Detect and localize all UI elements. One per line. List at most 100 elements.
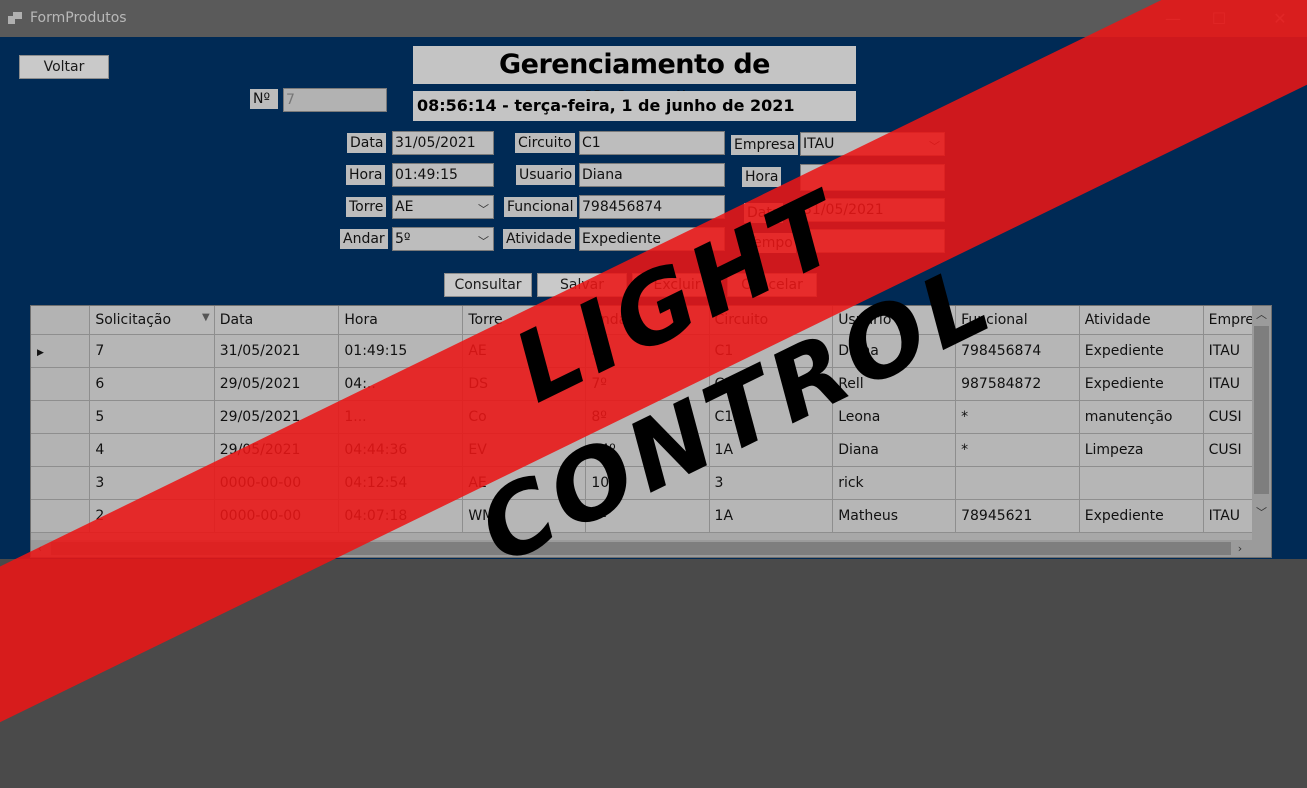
column-header[interactable]: Torre [462, 306, 587, 335]
table-cell[interactable]: Expediente [1079, 499, 1204, 533]
table-cell[interactable]: C1 [709, 400, 834, 434]
table-row[interactable]: 4 29/05/2021 04:44:36 EV 14º 1A Diana * Limpeza C… [31, 433, 1271, 467]
table-row[interactable]: 2 0000-00-00 04:07:18 WMS 9º 1A Matheus 7894562… [31, 499, 1271, 533]
table-cell[interactable]: 29/05/2021 [214, 400, 340, 434]
atividade-field[interactable]: Expediente [579, 227, 725, 251]
table-cell[interactable]: DS [462, 367, 587, 401]
table-cell[interactable]: 8º [585, 400, 710, 434]
hora2-field[interactable] [800, 164, 945, 191]
table-cell[interactable]: 78945621 [955, 499, 1080, 533]
table-cell[interactable]: 987584872 [955, 367, 1080, 401]
table-cell[interactable] [1079, 466, 1204, 500]
usuario-field[interactable]: Diana [579, 163, 725, 187]
table-cell[interactable]: 04:07:18 [338, 499, 464, 533]
horizontal-scrollbar[interactable]: ‹ › [31, 540, 1271, 557]
column-header[interactable]: Hora [338, 306, 464, 335]
scroll-up-icon[interactable]: ︿ [1252, 306, 1271, 324]
table-cell[interactable]: Limpeza [1079, 433, 1204, 467]
consultar-button[interactable]: Consultar [444, 273, 532, 297]
table-cell[interactable]: WMS [462, 499, 587, 533]
table-cell[interactable]: 5 [89, 400, 215, 434]
maximize-button[interactable]: ☐ [1196, 0, 1242, 37]
table-cell[interactable]: 1A [709, 433, 834, 467]
table-cell[interactable]: Expediente [1079, 367, 1204, 401]
column-header[interactable]: Andar [585, 306, 710, 335]
column-header[interactable]: Circuito [709, 306, 834, 335]
circuito-field[interactable]: C1 [579, 131, 725, 155]
table-cell[interactable]: 0000-00-00 [214, 499, 340, 533]
table-cell[interactable]: Co [462, 400, 587, 434]
column-header[interactable]: Solicitação ▼ [89, 306, 215, 335]
table-cell[interactable]: 1... [338, 400, 464, 434]
table-cell[interactable]: 6 [89, 367, 215, 401]
table-cell[interactable]: 04:44:36 [338, 433, 464, 467]
column-header[interactable]: Atividade [1079, 306, 1204, 335]
table-row[interactable]: ▶ 7 31/05/2021 01:49:15 AE 5º C1 Diana 798456874… [31, 334, 1271, 368]
table-cell[interactable]: 04:.. [338, 367, 464, 401]
table-cell[interactable]: EV [462, 433, 587, 467]
row-header[interactable]: ▶ [31, 334, 91, 368]
table-cell[interactable]: 01:49:15 [338, 334, 464, 368]
table-cell[interactable]: 14º [585, 433, 710, 467]
data-field[interactable]: 31/05/2021 [392, 131, 494, 155]
table-cell[interactable]: manutenção [1079, 400, 1204, 434]
table-cell[interactable] [955, 466, 1080, 500]
numero-field[interactable]: 7 [283, 88, 387, 112]
table-cell[interactable]: Leona [832, 400, 957, 434]
funcional-field[interactable]: 798456874 [579, 195, 725, 219]
cancelar-button[interactable]: Cancelar [727, 273, 817, 297]
scroll-down-icon[interactable]: ﹀ [1252, 504, 1271, 522]
voltar-button[interactable]: Voltar [19, 55, 109, 79]
table-cell[interactable]: rick [832, 466, 957, 500]
table-cell[interactable]: 29/05/2021 [214, 367, 340, 401]
salvar-button[interactable]: Salvar [537, 273, 627, 297]
table-cell[interactable]: AE [462, 334, 587, 368]
solicitacoes-grid[interactable]: Solicitação ▼ Data Hora Torre Andar Circu… [30, 305, 1272, 558]
row-header[interactable] [31, 433, 91, 467]
table-cell[interactable]: 7 [89, 334, 215, 368]
table-cell[interactable]: C2 [709, 367, 834, 401]
scroll-right-icon[interactable]: › [1231, 540, 1249, 557]
table-cell[interactable]: 7º [585, 367, 710, 401]
vertical-scrollbar[interactable]: ︿ ﹀ [1252, 306, 1271, 540]
scroll-thumb[interactable] [51, 542, 1231, 555]
row-header[interactable] [31, 400, 91, 434]
table-row[interactable]: 5 29/05/2021 1... Co 8º C1 Leona * manutenção CUS… [31, 400, 1271, 434]
table-cell[interactable]: 31/05/2021 [214, 334, 340, 368]
table-cell[interactable]: 2 [89, 499, 215, 533]
table-row[interactable]: 6 29/05/2021 04:.. DS 7º C2 Rell 987584872 Exped… [31, 367, 1271, 401]
table-cell[interactable]: Matheus [832, 499, 957, 533]
table-cell[interactable]: Diana [832, 433, 957, 467]
table-cell[interactable]: Rell [832, 367, 957, 401]
table-cell[interactable]: Diana [832, 334, 957, 368]
table-cell[interactable]: 29/05/2021 [214, 433, 340, 467]
excluir-button[interactable]: Excluir [632, 273, 722, 297]
row-header[interactable] [31, 499, 91, 533]
table-cell[interactable]: * [955, 400, 1080, 434]
table-cell[interactable]: 798456874 [955, 334, 1080, 368]
hora-field[interactable]: 01:49:15 [392, 163, 494, 187]
table-cell[interactable]: Expediente [1079, 334, 1204, 368]
table-cell[interactable]: * [955, 433, 1080, 467]
table-cell[interactable]: 3 [89, 466, 215, 500]
empresa-select[interactable]: ITAU ﹀ [800, 132, 945, 156]
table-row[interactable]: 3 0000-00-00 04:12:54 AE 10º 3 rick [31, 466, 1271, 500]
scroll-thumb[interactable] [1254, 326, 1269, 494]
table-cell[interactable]: AE [462, 466, 587, 500]
table-cell[interactable]: 04:12:54 [338, 466, 464, 500]
scroll-left-icon[interactable]: ‹ [31, 540, 49, 557]
column-header[interactable]: Funcional [955, 306, 1080, 335]
row-header[interactable] [31, 367, 91, 401]
table-cell[interactable]: 5º [585, 334, 710, 368]
torre-select[interactable]: AE ﹀ [392, 195, 494, 219]
table-cell[interactable]: 1A [709, 499, 834, 533]
column-header[interactable]: Data [214, 306, 340, 335]
close-button[interactable]: ✕ [1257, 0, 1303, 37]
row-header[interactable] [31, 466, 91, 500]
tempo-field[interactable] [800, 229, 945, 253]
table-cell[interactable]: 4 [89, 433, 215, 467]
table-cell[interactable]: 0000-00-00 [214, 466, 340, 500]
table-cell[interactable]: 9º [585, 499, 710, 533]
table-cell[interactable]: 3 [709, 466, 834, 500]
data2-field[interactable]: 31/05/2021 [800, 198, 945, 222]
